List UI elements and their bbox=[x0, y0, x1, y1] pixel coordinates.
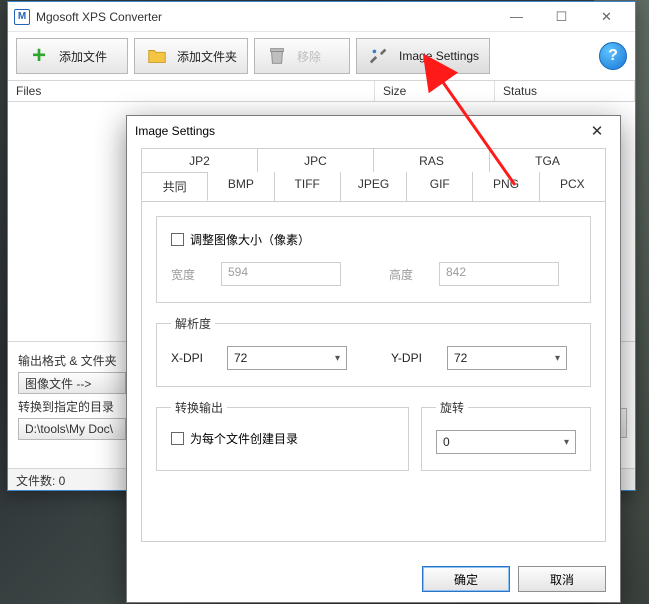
width-input[interactable]: 594 bbox=[221, 262, 341, 286]
tab-jpeg[interactable]: JPEG bbox=[341, 172, 407, 201]
file-count: 文件数: 0 bbox=[16, 474, 65, 488]
tab-common[interactable]: 共同 bbox=[141, 172, 208, 201]
titlebar[interactable]: M Mgosoft XPS Converter — ☐ ✕ bbox=[8, 2, 635, 32]
help-icon: ? bbox=[608, 47, 618, 65]
col-size[interactable]: Size bbox=[375, 81, 495, 101]
tab-gif[interactable]: GIF bbox=[407, 172, 473, 201]
chevron-down-icon: ▾ bbox=[555, 353, 560, 364]
tab-bmp[interactable]: BMP bbox=[208, 172, 274, 201]
xdpi-select[interactable]: 72 ▾ bbox=[227, 346, 347, 370]
add-file-label: 添加文件 bbox=[59, 48, 107, 65]
cancel-button[interactable]: 取消 bbox=[518, 566, 606, 592]
create-dir-checkbox[interactable] bbox=[171, 432, 184, 445]
height-label: 高度 bbox=[389, 266, 425, 283]
minimize-button[interactable]: — bbox=[494, 3, 539, 31]
maximize-button[interactable]: ☐ bbox=[539, 3, 584, 31]
toolbar: + 添加文件 添加文件夹 移除 Image Settings ? bbox=[8, 32, 635, 80]
tab-jp2[interactable]: JP2 bbox=[141, 148, 258, 173]
plus-icon: + bbox=[27, 44, 51, 68]
col-files[interactable]: Files bbox=[8, 81, 375, 101]
tabs-row-lower: 共同 BMP TIFF JPEG GIF PNG PCX bbox=[141, 172, 606, 202]
output-format-select[interactable]: 图像文件 --> bbox=[18, 372, 126, 394]
width-label: 宽度 bbox=[171, 266, 207, 283]
ydpi-value: 72 bbox=[454, 351, 467, 365]
resize-checkbox-label: 调整图像大小（像素） bbox=[190, 231, 310, 248]
remove-button[interactable]: 移除 bbox=[254, 38, 350, 74]
chevron-down-icon: ▾ bbox=[564, 437, 569, 448]
xdpi-label: X-DPI bbox=[171, 351, 213, 365]
add-folder-label: 添加文件夹 bbox=[177, 48, 237, 65]
dest-path-value: D:\tools\My Doc\ bbox=[25, 422, 113, 436]
resolution-legend: 解析度 bbox=[171, 315, 215, 332]
resize-checkbox[interactable] bbox=[171, 233, 184, 246]
dialog-titlebar[interactable]: Image Settings ✕ bbox=[127, 116, 620, 146]
tabs-row-upper: JP2 JPC RAS TGA bbox=[141, 148, 606, 173]
output-format-value: 图像文件 --> bbox=[25, 375, 91, 392]
chevron-down-icon: ▾ bbox=[335, 353, 340, 364]
resize-group: 调整图像大小（像素） 宽度 594 高度 842 bbox=[156, 216, 591, 303]
output-legend: 转换输出 bbox=[171, 399, 227, 416]
ydpi-select[interactable]: 72 ▾ bbox=[447, 346, 567, 370]
trash-icon bbox=[265, 44, 289, 68]
list-header: Files Size Status bbox=[8, 80, 635, 102]
tab-content: 调整图像大小（像素） 宽度 594 高度 842 解析度 X-DPI 72 ▾ bbox=[141, 202, 606, 542]
rotate-group: 旋转 0▾ bbox=[421, 399, 591, 471]
create-dir-label: 为每个文件创建目录 bbox=[190, 430, 298, 447]
rotate-value: 0 bbox=[443, 435, 450, 449]
image-settings-button[interactable]: Image Settings bbox=[356, 38, 490, 74]
height-input[interactable]: 842 bbox=[439, 262, 559, 286]
close-button[interactable]: ✕ bbox=[584, 3, 629, 31]
image-settings-dialog: Image Settings ✕ JP2 JPC RAS TGA 共同 BMP … bbox=[126, 115, 621, 603]
folder-icon bbox=[145, 44, 169, 68]
dest-path-field[interactable]: D:\tools\My Doc\ bbox=[18, 418, 126, 440]
col-status[interactable]: Status bbox=[495, 81, 635, 101]
output-group: 转换输出 为每个文件创建目录 bbox=[156, 399, 409, 471]
dialog-title: Image Settings bbox=[135, 124, 582, 138]
window-title: Mgosoft XPS Converter bbox=[36, 10, 494, 24]
tab-tga[interactable]: TGA bbox=[490, 148, 606, 173]
ok-button[interactable]: 确定 bbox=[422, 566, 510, 592]
resolution-group: 解析度 X-DPI 72 ▾ Y-DPI 72 ▾ bbox=[156, 315, 591, 387]
dialog-close-button[interactable]: ✕ bbox=[582, 119, 612, 143]
rotate-legend: 旋转 bbox=[436, 399, 468, 416]
add-file-button[interactable]: + 添加文件 bbox=[16, 38, 128, 74]
ydpi-label: Y-DPI bbox=[391, 351, 433, 365]
rotate-select[interactable]: 0▾ bbox=[436, 430, 576, 454]
xdpi-value: 72 bbox=[234, 351, 247, 365]
dialog-footer: 确定 取消 bbox=[422, 566, 606, 592]
help-button[interactable]: ? bbox=[599, 42, 627, 70]
add-folder-button[interactable]: 添加文件夹 bbox=[134, 38, 248, 74]
tab-jpc[interactable]: JPC bbox=[258, 148, 374, 173]
tab-ras[interactable]: RAS bbox=[374, 148, 490, 173]
remove-label: 移除 bbox=[297, 48, 321, 65]
tab-png[interactable]: PNG bbox=[473, 172, 539, 201]
app-icon: M bbox=[14, 9, 30, 25]
tools-icon bbox=[367, 44, 391, 68]
tab-pcx[interactable]: PCX bbox=[540, 172, 606, 201]
tab-tiff[interactable]: TIFF bbox=[275, 172, 341, 201]
image-settings-label: Image Settings bbox=[399, 49, 479, 63]
